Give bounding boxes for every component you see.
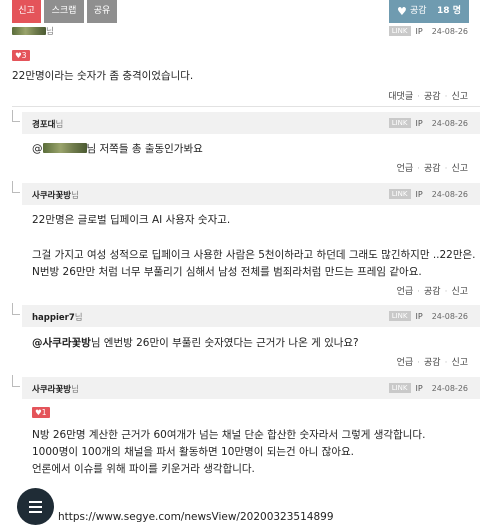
divider [12,106,480,107]
ip-label: IP [415,312,423,321]
top-action-bar: 신고 스크랩 공유 ♥ 공감 18 명 [0,0,480,24]
reply-text-line: 그걸 가지고 여성 성적으로 딥페이크 사용한 사람은 5천이하라고 하던데 그… [32,249,476,261]
link-button[interactable]: LINK [388,383,411,393]
report-link[interactable]: 신고 [451,92,468,102]
like-label: 공감 [410,6,427,16]
comment-text: 22만명이라는 숫자가 좀 충격이었습니다. [12,70,194,82]
reply-author[interactable]: 사쿠라꽃방님 [32,189,79,201]
reply-author[interactable]: 경포대님 [32,118,63,130]
reply-author[interactable]: happier7님 [32,311,83,323]
reply-indicator [12,375,20,387]
reply-meta: LINK IP 24-08-26 [388,383,468,393]
reply-text-line: N방 26만명 계산한 근거가 60여개가 넘는 채널 단순 합산한 숫자라서 … [32,429,426,441]
reply-text: @ 님 저쪽들 총 출동인가봐요 [32,143,203,155]
reply-author[interactable]: 사쿠라꽃방님 [32,383,79,395]
reply-actions: 언급 · 공감 · 신고 [396,358,468,368]
reply-indicator [12,181,20,193]
floating-menu-button[interactable] [17,488,54,525]
comment-date: 24-08-26 [431,27,468,36]
reply-date: 24-08-26 [431,312,468,321]
link-button[interactable]: LINK [388,26,411,36]
reply-meta: LINK IP 24-08-26 [388,311,468,321]
like-count: 18 명 [437,6,461,16]
heart-icon: ♥ [397,5,407,18]
report-button[interactable]: 신고 [12,0,41,23]
link-button[interactable]: LINK [388,311,411,321]
like-link[interactable]: 공감 [424,358,441,368]
nickname-image [12,27,46,35]
reply-indicator [12,110,20,122]
comment-actions: 대댓글 · 공감 · 신고 [388,92,468,102]
like-link[interactable]: 공감 [424,92,441,102]
like-button[interactable]: ♥ 공감 18 명 [389,0,469,23]
mention-link[interactable]: 언급 [397,358,414,368]
like-count-badge: ♥3 [12,50,30,61]
reply-text-line: 1000명이 100개의 채널을 파서 활동하면 10만명이 되는건 아니 잖아… [32,446,355,458]
report-link[interactable]: 신고 [451,358,468,368]
like-count-badge: ♥1 [32,407,50,418]
reply-date: 24-08-26 [431,384,468,393]
reply-text: @사쿠라꽃방님 엔번방 26만이 부풀린 숫자였다는 근거가 나온 게 있나요? [32,337,359,349]
mention-link[interactable]: 언급 [397,164,414,174]
comment-meta: LINK IP 24-08-26 [388,26,468,36]
reply-text-line: 22만명은 글로벌 딥페이크 AI 사용자 숫자고. [32,214,231,226]
like-link[interactable]: 공감 [424,287,441,297]
reply-date: 24-08-26 [431,190,468,199]
report-link[interactable]: 신고 [451,164,468,174]
reply-indicator [12,303,20,315]
reply-meta: LINK IP 24-08-26 [388,118,468,128]
ip-label: IP [415,190,423,199]
nickname-image [42,143,87,153]
reply-meta: LINK IP 24-08-26 [388,189,468,199]
reply-text-line: 언론에서 이슈를 위해 파이를 키운거라 생각합니다. [32,463,255,475]
scrap-button[interactable]: 스크랩 [44,0,84,23]
news-link[interactable]: https://www.segye.com/newsView/202003235… [58,511,334,523]
mention[interactable]: @사쿠라꽃방 [32,337,91,349]
ip-label: IP [415,27,423,36]
reply-date: 24-08-26 [431,119,468,128]
like-link[interactable]: 공감 [424,164,441,174]
report-link[interactable]: 신고 [451,287,468,297]
reply-link[interactable]: 대댓글 [388,92,413,102]
share-button[interactable]: 공유 [87,0,117,23]
mention-link[interactable]: 언급 [397,287,414,297]
reply-actions: 언급 · 공감 · 신고 [396,287,468,297]
ip-label: IP [415,119,423,128]
link-button[interactable]: LINK [388,118,411,128]
reply-actions: 언급 · 공감 · 신고 [396,164,468,174]
comment-author[interactable]: 님 [12,25,54,37]
reply-text-line: N번방 26만만 처럼 너무 부풀리기 심해서 남성 전체를 범죄라처럼 만드는… [32,266,422,278]
link-button[interactable]: LINK [388,189,411,199]
ip-label: IP [415,384,423,393]
